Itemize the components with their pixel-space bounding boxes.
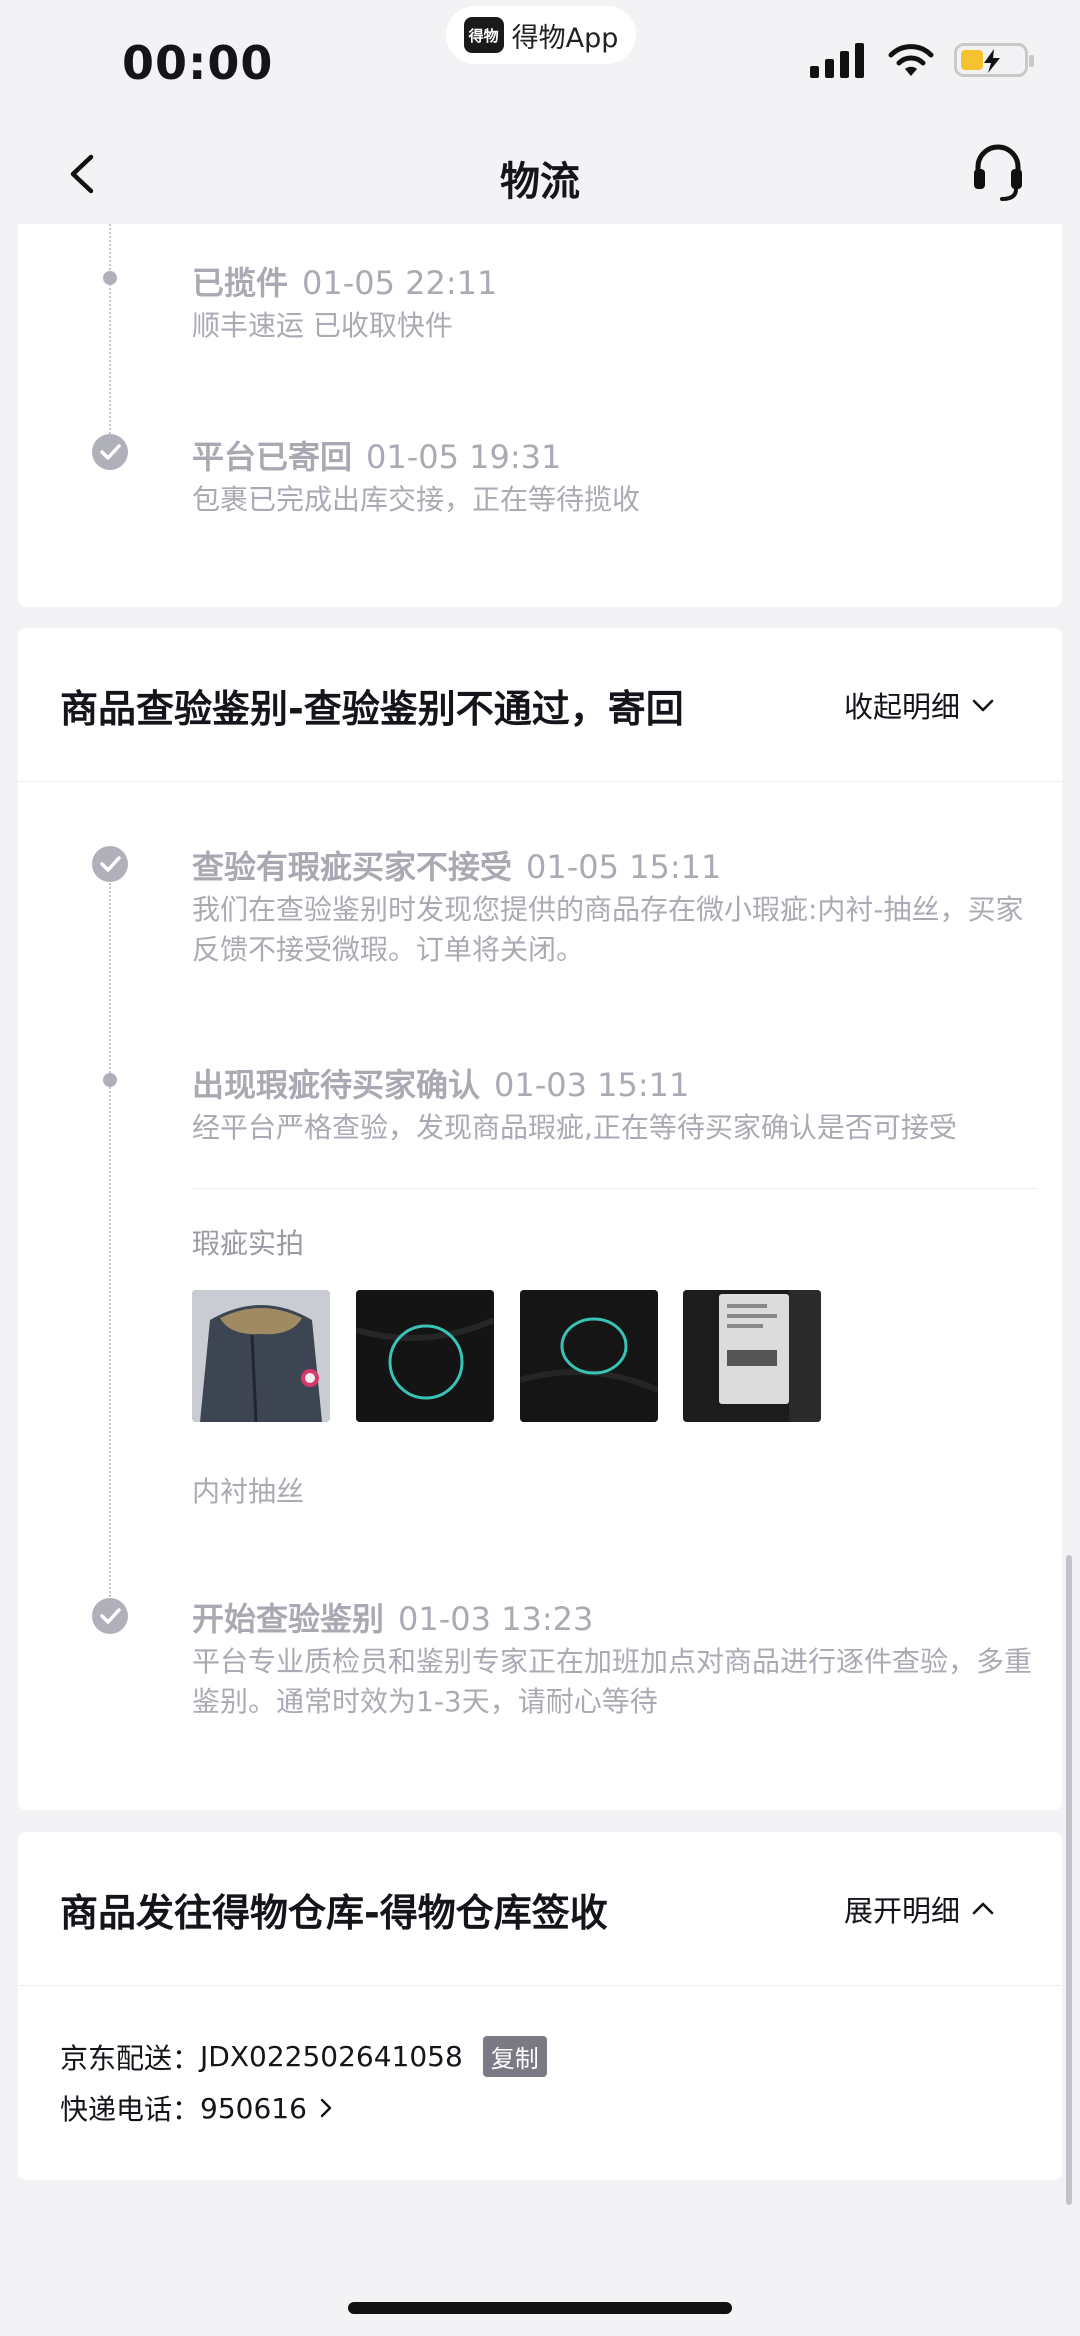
- defect-photo[interactable]: [683, 1290, 821, 1422]
- defect-photo[interactable]: [356, 1290, 494, 1422]
- inspection-card: 商品查验鉴别-查验鉴别不通过，寄回 收起明细 查验有瑕疵买家不接受 01-05 1…: [18, 628, 1062, 1810]
- event-title: 已揽件 01-05 22:11: [192, 264, 498, 302]
- phone-number[interactable]: 950616: [200, 2092, 307, 2125]
- section-title: 商品发往得物仓库-得物仓库签收: [60, 1891, 608, 1935]
- tracking-line: 京东配送： JDX022502641058 复制: [60, 2036, 547, 2077]
- toggle-label: 收起明细: [843, 690, 960, 724]
- logistics-card: 已揽件 01-05 22:11 顺丰速运 已收取快件 平台已寄回 01-05 19:…: [18, 224, 1062, 607]
- check-circle-icon: [92, 1598, 128, 1634]
- chevron-up-icon: [972, 1902, 994, 1915]
- chevron-down-icon: [972, 699, 994, 712]
- event-title: 开始查验鉴别 01-03 13:23: [192, 1600, 594, 1638]
- section-header: 商品查验鉴别-查验鉴别不通过，寄回 收起明细: [18, 628, 1062, 782]
- section-header: 商品发往得物仓库-得物仓库签收 展开明细: [18, 1832, 1062, 1986]
- signal-icon: [810, 43, 864, 78]
- app-name: 得物App: [511, 22, 619, 54]
- nav-bar: 物流: [0, 125, 1080, 225]
- customer-service-icon[interactable]: [968, 139, 1028, 205]
- status-bar: 00:00 得物 得物App: [0, 0, 1080, 125]
- app-logo: 得物: [463, 17, 504, 53]
- event-desc: 我们在查验鉴别时发现您提供的商品存在微小瑕疵:内衬-抽丝，买家反馈不接受微瑕。订…: [192, 893, 1024, 966]
- phone-line[interactable]: 快递电话： 950616: [60, 2088, 339, 2128]
- phone-label: 快递电话：: [60, 2093, 201, 2126]
- warehouse-card: 商品发往得物仓库-得物仓库签收 展开明细 京东配送： JDX0225026410…: [18, 1832, 1062, 2180]
- defect-photo[interactable]: [520, 1290, 658, 1422]
- carrier-label: 京东配送：: [60, 2041, 201, 2075]
- event-desc: 经平台严格查验，发现商品瑕疵,正在等待买家确认是否可接受: [192, 1111, 957, 1144]
- timeline-dot: [103, 271, 117, 285]
- event-desc: 平台专业质检员和鉴别专家正在加班加点对商品进行逐件查验，多重鉴别。通常时效为1-…: [192, 1645, 1033, 1718]
- defect-photos-label: 瑕疵实拍: [192, 1227, 305, 1260]
- timeline-dot: [103, 1073, 117, 1087]
- toggle-label: 展开明细: [843, 1894, 960, 1928]
- event-title: 出现瑕疵待买家确认 01-03 15:11: [192, 1066, 690, 1104]
- tracking-number: JDX022502641058: [200, 2040, 463, 2073]
- copy-button[interactable]: 复制: [482, 2036, 547, 2077]
- event-title: 平台已寄回 01-05 19:31: [192, 438, 562, 476]
- chevron-right-icon: [320, 2098, 332, 2118]
- check-circle-icon: [92, 846, 128, 882]
- defect-photo[interactable]: [192, 1290, 330, 1422]
- home-indicator[interactable]: [348, 2302, 732, 2314]
- event-desc: 顺丰速运 已收取快件: [192, 309, 453, 342]
- event-title: 查验有瑕疵买家不接受 01-05 15:11: [192, 848, 722, 886]
- page-title: 物流: [500, 159, 580, 205]
- scrollbar[interactable]: [1066, 1555, 1072, 2205]
- event-desc: 包裹已完成出库交接，正在等待揽收: [192, 483, 641, 516]
- status-icons: [808, 42, 1034, 78]
- app-badge[interactable]: 得物 得物App: [446, 6, 636, 64]
- battery-icon: [954, 43, 1034, 77]
- check-circle-icon: [92, 434, 128, 470]
- expand-details-button[interactable]: 展开明细: [844, 1888, 996, 1930]
- wifi-icon: [888, 44, 934, 76]
- collapse-details-button[interactable]: 收起明细: [844, 684, 996, 726]
- section-title: 商品查验鉴别-查验鉴别不通过，寄回: [60, 687, 684, 731]
- photo-caption: 内衬抽丝: [192, 1475, 305, 1508]
- status-time: 00:00: [122, 36, 274, 90]
